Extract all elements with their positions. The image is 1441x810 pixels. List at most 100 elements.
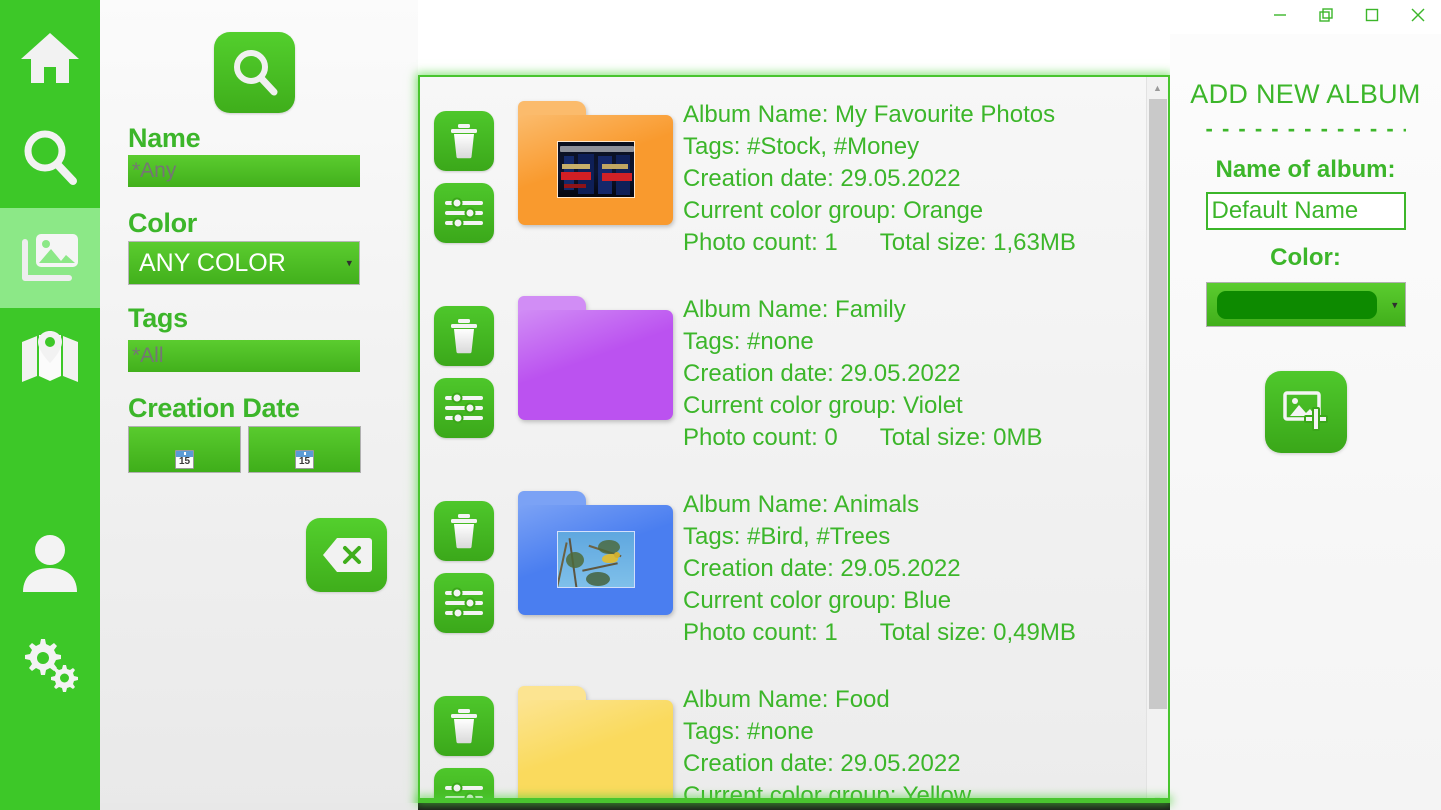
chevron-down-icon: ▾ xyxy=(1391,299,1398,311)
album-photo-count: Photo count: 1 xyxy=(683,619,838,646)
album-total-size: Total size: 1,63MB xyxy=(879,229,1076,256)
edit-album-button[interactable] xyxy=(434,378,494,438)
gallery-icon xyxy=(22,234,78,281)
sidebar-item-map[interactable] xyxy=(0,308,100,408)
sidebar-item-settings[interactable] xyxy=(0,614,100,714)
trash-icon xyxy=(451,319,477,354)
album-total-size: Total size: 0MB xyxy=(879,424,1043,451)
album-color-group-text: Current color group: Blue xyxy=(683,587,952,614)
add-album-divider: - - - - - - - - - - - - - - - - - - - xyxy=(1205,116,1406,141)
delete-album-button[interactable] xyxy=(434,306,494,366)
album-name-text: Album Name: Family xyxy=(683,296,906,323)
album-color-group-text: Current color group: Orange xyxy=(683,197,984,224)
sidebar-item-account[interactable] xyxy=(0,514,100,614)
search-submit-button[interactable] xyxy=(214,32,295,113)
album-row-actions xyxy=(420,682,508,810)
person-icon xyxy=(23,535,77,592)
album-list-bottom-edge xyxy=(418,798,1170,803)
sidebar-item-home[interactable] xyxy=(0,8,100,108)
color-filter-value: ANY COLOR xyxy=(139,248,286,277)
sliders-icon xyxy=(445,197,483,229)
navigation-sidebar xyxy=(0,0,100,810)
backspace-clear-icon xyxy=(322,538,372,572)
calendar-icon: 15 xyxy=(175,450,194,469)
album-folder[interactable] xyxy=(508,487,683,615)
search-icon xyxy=(233,49,277,95)
trash-icon xyxy=(451,514,477,549)
maximize-button[interactable] xyxy=(1349,0,1395,30)
album-folder[interactable] xyxy=(508,682,683,810)
creation-date-from-picker[interactable]: 15 xyxy=(128,426,241,473)
album-list-scrollbar[interactable]: ▲ ▼ xyxy=(1146,77,1168,810)
album-meta: Album Name: My Favourite Photos Tags: #St… xyxy=(683,97,1146,259)
album-meta: Album Name: Family Tags: #none Creation da… xyxy=(683,292,1146,454)
album-meta: Album Name: Food Tags: #none Creation date… xyxy=(683,682,1146,810)
album-tags-text: Tags: #Bird, #Trees xyxy=(683,523,891,550)
filter-panel: Name Color ANY COLOR ▾ Tags Creation Dat… xyxy=(100,0,418,810)
close-button[interactable] xyxy=(1395,0,1441,30)
color-filter-select[interactable]: ANY COLOR ▾ xyxy=(128,241,360,285)
search-icon xyxy=(24,130,77,185)
delete-album-button[interactable] xyxy=(434,501,494,561)
restore-button[interactable] xyxy=(1303,0,1349,30)
color-swatch xyxy=(1216,290,1377,319)
album-name-text: Album Name: Food xyxy=(683,686,890,713)
album-name-label: Name of album: xyxy=(1215,156,1396,183)
sidebar-item-search[interactable] xyxy=(0,108,100,208)
minimize-button[interactable] xyxy=(1257,0,1303,30)
album-stats-text: Photo count: 1 Total size: 1,63MB xyxy=(683,227,1146,259)
scrollbar-thumb[interactable] xyxy=(1149,99,1167,709)
create-album-button[interactable] xyxy=(1264,371,1347,453)
clear-filters-button[interactable] xyxy=(306,518,387,592)
album-name-input[interactable] xyxy=(1205,192,1406,230)
chevron-down-icon: ▾ xyxy=(346,257,352,270)
album-name-text: Album Name: My Favourite Photos xyxy=(683,101,1056,128)
album-name-text: Album Name: Animals xyxy=(683,491,920,518)
album-color-group-text: Current color group: Violet xyxy=(683,392,963,419)
add-new-album-panel: ADD NEW ALBUM - - - - - - - - - - - - - … xyxy=(1170,34,1441,810)
delete-album-button[interactable] xyxy=(434,111,494,171)
album-date-text: Creation date: 29.05.2022 xyxy=(683,165,961,192)
name-filter-input[interactable] xyxy=(128,155,360,187)
album-stats-text: Photo count: 0 Total size: 0MB xyxy=(683,422,1146,454)
edit-album-button[interactable] xyxy=(434,183,494,243)
edit-album-button[interactable] xyxy=(434,573,494,633)
calendar-icon: 15 xyxy=(295,450,314,469)
tags-filter-label: Tags xyxy=(128,303,188,333)
creation-date-to-picker[interactable]: 15 xyxy=(248,426,361,473)
album-folder[interactable] xyxy=(508,292,683,420)
album-row-actions xyxy=(420,97,508,243)
album-folder[interactable] xyxy=(508,97,683,225)
album-stats-text: Photo count: 1 Total size: 0,49MB xyxy=(683,617,1146,649)
delete-album-button[interactable] xyxy=(434,696,494,756)
name-filter-label: Name xyxy=(128,123,201,153)
album-thumbnail xyxy=(556,140,635,198)
add-album-title: ADD NEW ALBUM xyxy=(1190,79,1421,109)
scroll-up-button[interactable]: ▲ xyxy=(1147,77,1168,98)
album-row[interactable]: Album Name: Animals Tags: #Bird, #Trees Cr… xyxy=(420,467,1146,662)
album-scroll-area: Album Name: My Favourite Photos Tags: #St… xyxy=(420,77,1146,810)
add-image-icon xyxy=(1282,391,1328,431)
color-filter-label: Color xyxy=(128,208,197,238)
sidebar-item-gallery[interactable] xyxy=(0,208,100,308)
album-tags-text: Tags: #none xyxy=(683,718,814,745)
close-icon xyxy=(1411,8,1425,22)
album-photo-count: Photo count: 1 xyxy=(683,229,838,256)
tags-filter-input[interactable] xyxy=(128,340,360,372)
album-date-text: Creation date: 29.05.2022 xyxy=(683,750,961,777)
window-bottom-cutoff xyxy=(0,803,1441,810)
album-total-size: Total size: 0,49MB xyxy=(879,619,1076,646)
trash-icon xyxy=(451,709,477,744)
album-color-select[interactable]: ▾ xyxy=(1205,282,1406,327)
album-row[interactable]: Album Name: Food Tags: #none Creation date… xyxy=(420,662,1146,810)
album-row[interactable]: Album Name: Family Tags: #none Creation da… xyxy=(420,272,1146,467)
restore-icon xyxy=(1319,8,1333,22)
sliders-icon xyxy=(445,392,483,424)
sliders-icon xyxy=(445,587,483,619)
album-photo-count: Photo count: 0 xyxy=(683,424,838,451)
album-row-actions xyxy=(420,292,508,438)
album-date-text: Creation date: 29.05.2022 xyxy=(683,360,961,387)
application-window: Name Color ANY COLOR ▾ Tags Creation Dat… xyxy=(0,0,1441,810)
album-row-actions xyxy=(420,487,508,633)
album-row[interactable]: Album Name: My Favourite Photos Tags: #St… xyxy=(420,77,1146,272)
